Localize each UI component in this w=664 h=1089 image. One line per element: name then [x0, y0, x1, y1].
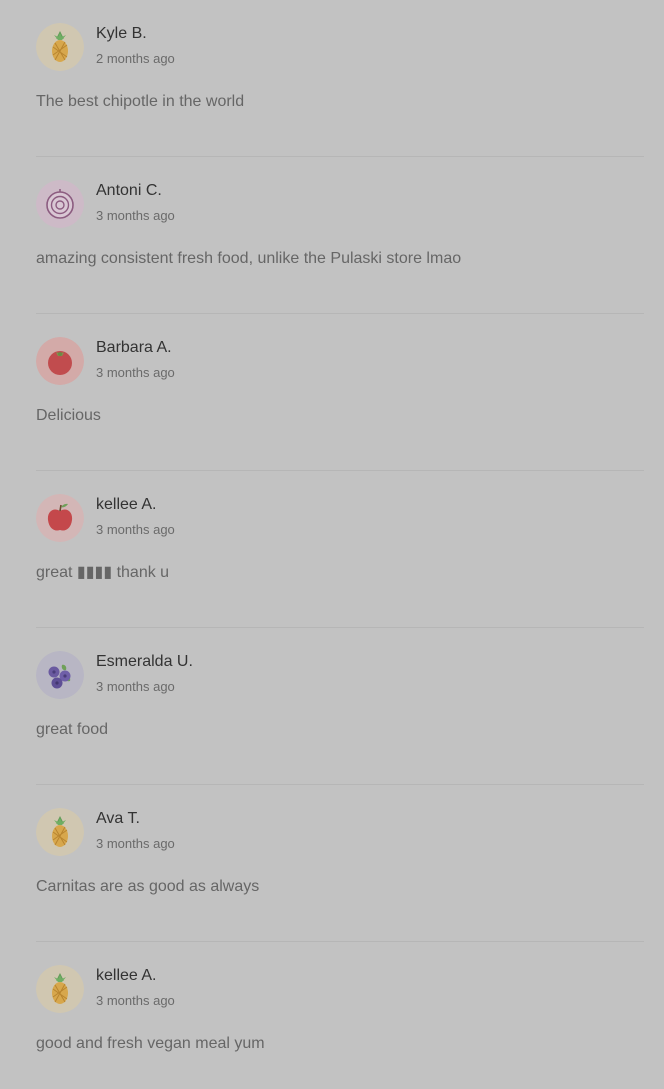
reviewer-name: Barbara A.	[96, 339, 172, 356]
review-text: great food	[36, 721, 109, 738]
review-text: amazing consistent fresh food, unlike th…	[36, 250, 462, 267]
review-text: Delicious	[36, 407, 101, 424]
onion-icon	[36, 180, 84, 228]
review-item: Esmeralda U. 3 months ago great food	[36, 628, 644, 785]
review-item: kellee A. 3 months ago good and fresh ve…	[36, 942, 644, 1089]
review-item: Ava T. 3 months ago Carnitas are as good…	[36, 785, 644, 942]
reviewer-name: kellee A.	[96, 967, 157, 984]
review-text: great ▮▮▮▮ thank u	[36, 564, 170, 581]
review-timestamp: 3 months ago	[96, 993, 175, 1008]
pineapple-icon	[36, 808, 84, 856]
review-timestamp: 3 months ago	[96, 208, 175, 223]
review-timestamp: 3 months ago	[96, 365, 175, 380]
review-item: kellee A. 3 months ago great ▮▮▮▮ thank …	[36, 471, 644, 628]
reviewer-name: Antoni C.	[96, 182, 162, 199]
review-timestamp: 3 months ago	[96, 836, 175, 851]
reviewer-name: Kyle B.	[96, 25, 147, 42]
review-item: Kyle B. 2 months ago The best chipotle i…	[36, 0, 644, 157]
reviewer-name: kellee A.	[96, 496, 157, 513]
reviewer-name: Ava T.	[96, 810, 140, 827]
reviewer-name: Esmeralda U.	[96, 653, 193, 670]
pineapple-icon	[36, 965, 84, 1013]
review-timestamp: 2 months ago	[96, 51, 175, 66]
review-text: Carnitas are as good as always	[36, 878, 260, 895]
tomato-icon	[36, 337, 84, 385]
review-item: Antoni C. 3 months ago amazing consisten…	[36, 157, 644, 314]
apple-icon	[36, 494, 84, 542]
pineapple-icon	[36, 23, 84, 71]
review-timestamp: 3 months ago	[96, 522, 175, 537]
review-text: The best chipotle in the world	[36, 93, 245, 110]
review-text: good and fresh vegan meal yum	[36, 1035, 265, 1052]
review-item: Barbara A. 3 months ago Delicious	[36, 314, 644, 471]
blueberries-icon	[36, 651, 84, 699]
review-timestamp: 3 months ago	[96, 679, 175, 694]
review-list: Kyle B. 2 months ago The best chipotle i…	[0, 0, 664, 1089]
